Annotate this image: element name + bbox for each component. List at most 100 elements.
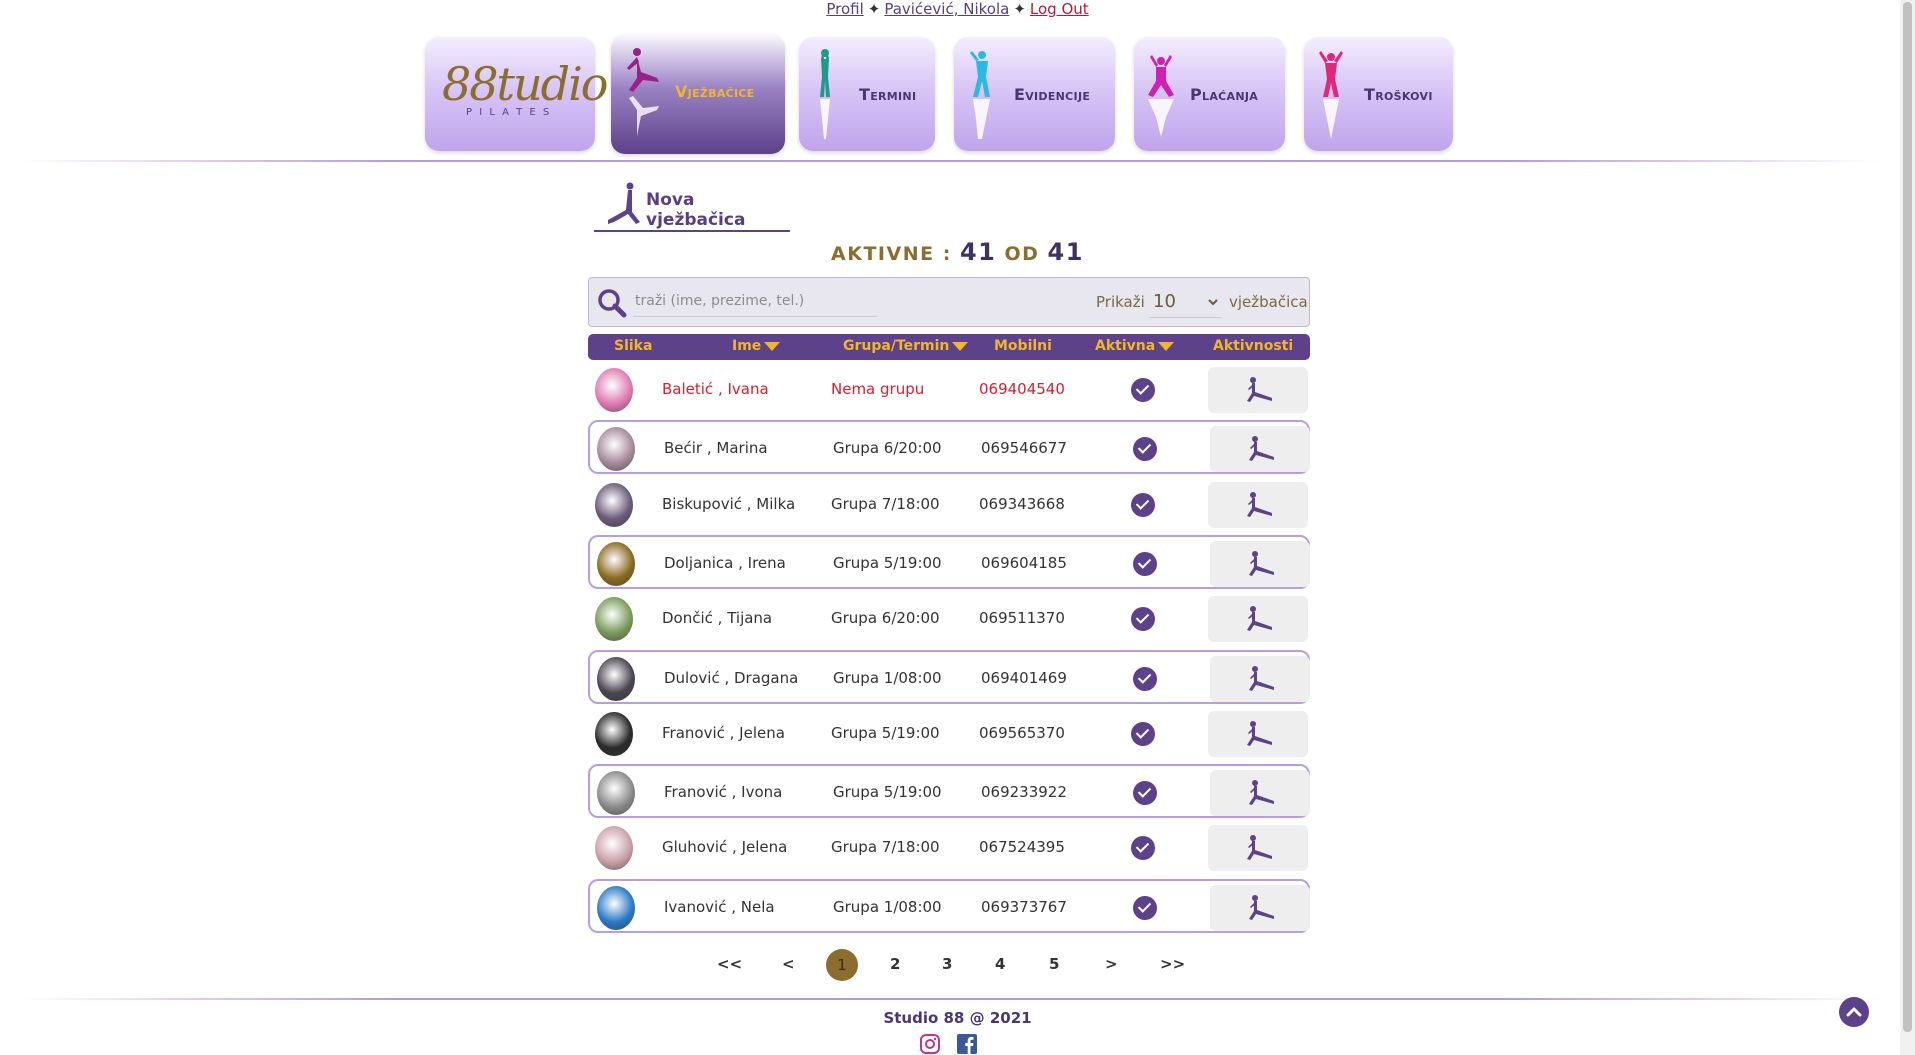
header-group-sort[interactable]: Grupa/Termin xyxy=(843,338,969,354)
activities-button[interactable] xyxy=(1210,426,1310,473)
studio88-logo: 88tudio P I L A T E S xyxy=(442,57,608,118)
avatar[interactable] xyxy=(595,482,633,527)
member-mobile: 069604185 xyxy=(981,553,1067,572)
logo-tab[interactable]: 88tudio P I L A T E S xyxy=(425,37,608,151)
active-check-icon[interactable] xyxy=(1133,895,1157,920)
activities-button[interactable] xyxy=(1208,596,1308,643)
member-group: Grupa 5/19:00 xyxy=(833,783,942,802)
table-row[interactable]: Ivanović , Nela Grupa 1/08:00 069373767 xyxy=(588,878,1310,933)
member-mobile: 069373767 xyxy=(981,897,1067,916)
avatar[interactable] xyxy=(597,885,635,930)
activities-button[interactable] xyxy=(1208,367,1308,413)
header-name-sort[interactable]: Ime xyxy=(732,338,781,354)
page-button[interactable]: 2 xyxy=(890,955,900,973)
sort-arrow-icon xyxy=(764,341,781,351)
active-check-icon[interactable] xyxy=(1131,836,1155,861)
tab-evidencije[interactable]: Evidencije xyxy=(954,37,1115,151)
search-bar: Prikaži 10 vježbačica xyxy=(588,277,1310,327)
facebook-icon[interactable] xyxy=(957,1034,977,1054)
activities-button[interactable] xyxy=(1208,481,1308,528)
last-page-button[interactable]: >> xyxy=(1160,955,1185,973)
tab-placanja[interactable]: Plaćanja xyxy=(1134,37,1285,151)
header-mobile: Mobilni xyxy=(994,338,1052,354)
avatar[interactable] xyxy=(595,597,633,642)
page-button[interactable]: 5 xyxy=(1049,955,1059,973)
member-group: Grupa 5/19:00 xyxy=(833,553,942,572)
pilates-plank-icon xyxy=(1247,606,1272,632)
new-member-button[interactable]: Nova vježbačica xyxy=(594,180,790,232)
page-button[interactable]: 4 xyxy=(995,955,1005,973)
next-page-button[interactable]: > xyxy=(1105,955,1118,973)
header-active-label: Aktivna xyxy=(1095,338,1156,354)
member-name[interactable]: Bećir , Marina xyxy=(664,439,768,457)
active-check-icon[interactable] xyxy=(1131,721,1155,746)
scroll-to-top-button[interactable] xyxy=(1839,997,1869,1027)
active-check-icon[interactable] xyxy=(1133,551,1157,576)
tab-termini[interactable]: Termini xyxy=(799,37,935,151)
member-name[interactable]: Franović , Ivona xyxy=(664,783,782,801)
member-name[interactable]: Baletić , Ivana xyxy=(662,380,769,398)
figure-icon xyxy=(970,51,990,139)
avatar[interactable] xyxy=(595,826,633,871)
table-row[interactable]: Bećir , Marina Grupa 6/20:00 069546677 xyxy=(588,420,1310,475)
avatar[interactable] xyxy=(595,368,633,412)
active-check-icon[interactable] xyxy=(1131,378,1155,402)
member-group: Grupa 7/18:00 xyxy=(831,838,940,857)
member-name[interactable]: Franović , Jelena xyxy=(662,724,785,742)
member-name[interactable]: Dončić , Tijana xyxy=(662,609,772,627)
page-size-select[interactable]: 10 xyxy=(1149,286,1221,318)
page-size-unit-label: vježbačica xyxy=(1229,293,1308,311)
member-name[interactable]: Gluhović , Jelena xyxy=(662,838,787,856)
page-button[interactable]: 3 xyxy=(942,955,952,973)
separator-icon: ✦ xyxy=(1013,0,1026,18)
member-name[interactable]: Biskupović , Milka xyxy=(662,495,795,513)
tab-troskovi[interactable]: Troškovi xyxy=(1304,37,1453,151)
user-link[interactable]: Pavićević, Nikola xyxy=(884,0,1009,18)
member-name[interactable]: Doljanica , Irena xyxy=(664,554,786,572)
active-check-icon[interactable] xyxy=(1131,607,1155,632)
active-check-icon[interactable] xyxy=(1133,666,1157,691)
table-row[interactable]: Franović , Ivona Grupa 5/19:00 069233922 xyxy=(588,764,1310,819)
activities-button[interactable] xyxy=(1208,825,1308,872)
activities-button[interactable] xyxy=(1210,540,1310,587)
member-name[interactable]: Ivanović , Nela xyxy=(664,898,775,916)
table-row[interactable]: Franović , Jelena Grupa 5/19:00 069565370 xyxy=(588,707,1310,761)
member-mobile: 067524395 xyxy=(979,838,1065,857)
prev-page-button[interactable]: < xyxy=(782,955,795,973)
member-mobile: 069233922 xyxy=(981,783,1067,802)
logout-link[interactable]: Log Out xyxy=(1030,0,1089,18)
pilates-figure-icon xyxy=(608,182,640,224)
tab-vjezbacice[interactable]: Vježbačice xyxy=(611,34,785,154)
top-user-bar: Profil ✦ Pavićević, Nikola ✦ Log Out xyxy=(0,0,1915,18)
table-row[interactable]: Dončić , Tijana Grupa 6/20:00 069511370 xyxy=(588,592,1310,646)
active-check-icon[interactable] xyxy=(1133,437,1157,462)
tab-label: Evidencije xyxy=(1014,85,1091,104)
table-row[interactable]: Dulović , Dragana Grupa 1/08:00 069401469 xyxy=(588,649,1310,704)
table-row[interactable]: Biskupović , Milka Grupa 7/18:00 069343668 xyxy=(588,478,1310,532)
activities-button[interactable] xyxy=(1210,770,1310,817)
table-row[interactable]: Gluhović , Jelena Grupa 7/18:00 067524395 xyxy=(588,821,1310,875)
avatar[interactable] xyxy=(597,541,635,586)
table-row[interactable]: Baletić , Ivana Nema grupu 069404540 xyxy=(588,363,1310,417)
active-check-icon[interactable] xyxy=(1131,492,1155,517)
table-row[interactable]: Doljanica , Irena Grupa 5/19:00 069604185 xyxy=(588,534,1310,589)
instagram-icon[interactable] xyxy=(920,1034,940,1054)
activities-button[interactable] xyxy=(1210,884,1310,931)
first-page-button[interactable]: << xyxy=(717,955,742,973)
avatar[interactable] xyxy=(597,771,635,816)
header-active-sort[interactable]: Aktivna xyxy=(1095,338,1175,354)
pilates-plank-icon xyxy=(1249,665,1274,691)
search-input[interactable] xyxy=(633,286,877,317)
activities-button[interactable] xyxy=(1208,710,1308,757)
active-check-icon[interactable] xyxy=(1133,781,1157,806)
member-name[interactable]: Dulović , Dragana xyxy=(664,669,798,687)
page-button-current[interactable]: 1 xyxy=(826,949,858,981)
scrollbar-thumb[interactable] xyxy=(1903,2,1912,1032)
avatar[interactable] xyxy=(595,711,633,756)
header-divider xyxy=(20,160,1880,162)
avatar[interactable] xyxy=(597,656,635,701)
activities-button[interactable] xyxy=(1210,655,1310,702)
profile-link[interactable]: Profil xyxy=(826,0,863,18)
avatar[interactable] xyxy=(597,427,635,472)
vertical-scrollbar[interactable] xyxy=(1900,0,1915,1055)
